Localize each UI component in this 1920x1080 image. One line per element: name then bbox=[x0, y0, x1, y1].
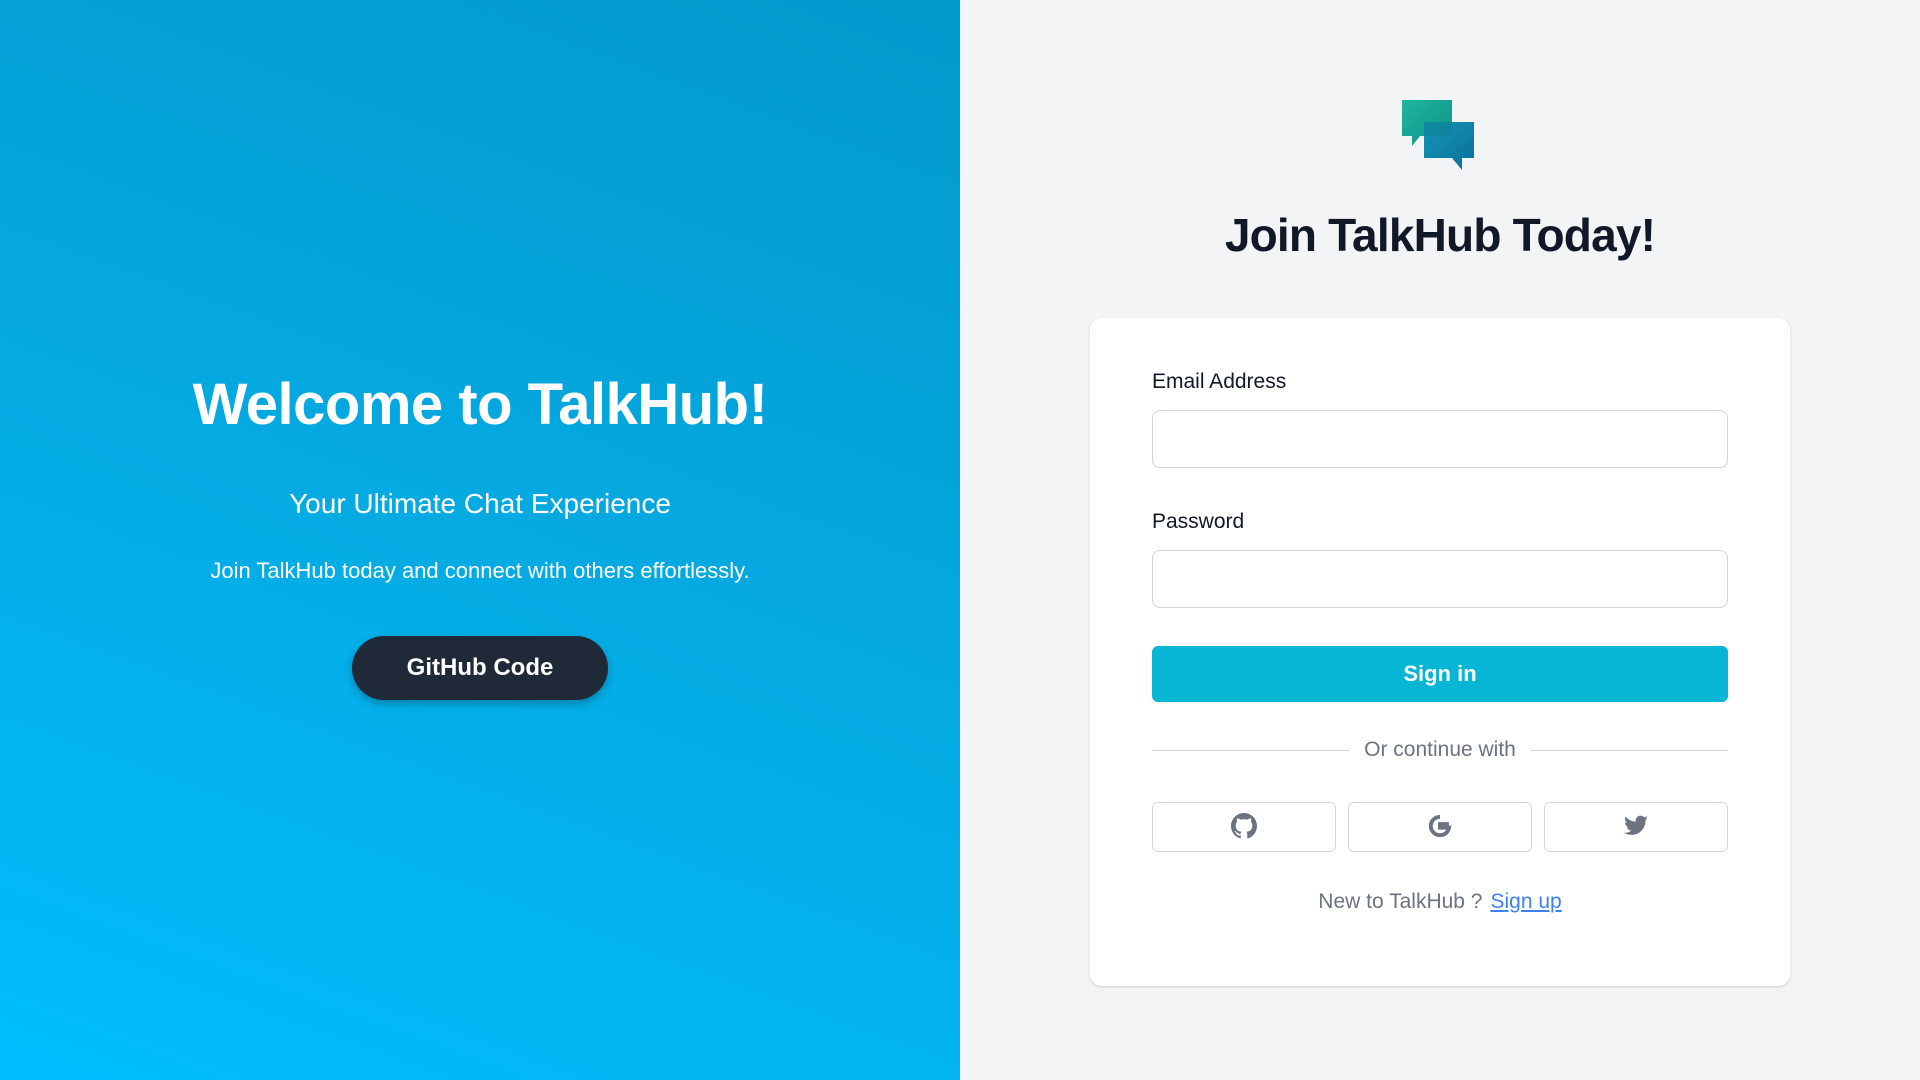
email-label: Email Address bbox=[1152, 370, 1287, 393]
signup-link[interactable]: Sign up bbox=[1490, 890, 1561, 913]
google-login-button[interactable] bbox=[1348, 802, 1532, 852]
hero-description: Join TalkHub today and connect with othe… bbox=[210, 557, 750, 583]
password-field[interactable] bbox=[1152, 550, 1728, 608]
google-icon bbox=[1427, 813, 1453, 842]
divider: Or continue with bbox=[1152, 738, 1728, 762]
twitter-login-button[interactable] bbox=[1544, 802, 1728, 852]
github-login-button[interactable] bbox=[1152, 802, 1336, 852]
hero-title: Welcome to TalkHub! bbox=[192, 371, 768, 437]
github-icon bbox=[1231, 812, 1257, 842]
divider-line-left bbox=[1152, 749, 1351, 751]
signin-button[interactable]: Sign in bbox=[1152, 646, 1728, 702]
email-field[interactable] bbox=[1152, 410, 1728, 468]
github-code-button[interactable]: GitHub Code bbox=[352, 635, 608, 700]
social-login-row bbox=[1152, 802, 1728, 852]
divider-line-right bbox=[1529, 749, 1728, 751]
signin-card: Email Address Password Sign in Or contin… bbox=[1090, 318, 1790, 986]
signup-prompt: New to TalkHub ? bbox=[1318, 890, 1483, 913]
hero-panel: Welcome to TalkHub! Your Ultimate Chat E… bbox=[0, 0, 960, 1080]
divider-text: Or continue with bbox=[1364, 738, 1516, 761]
twitter-icon bbox=[1623, 813, 1649, 842]
password-label: Password bbox=[1152, 510, 1245, 533]
page-title: Join TalkHub Today! bbox=[1224, 209, 1656, 261]
page: Welcome to TalkHub! Your Ultimate Chat E… bbox=[0, 0, 1920, 1080]
auth-panel: Join TalkHub Today! Email Address Passwo… bbox=[960, 0, 1920, 1080]
chat-bubbles-icon bbox=[1402, 100, 1478, 176]
hero-subtitle: Your Ultimate Chat Experience bbox=[289, 487, 671, 519]
signup-row: New to TalkHub ? Sign up bbox=[1152, 890, 1728, 914]
